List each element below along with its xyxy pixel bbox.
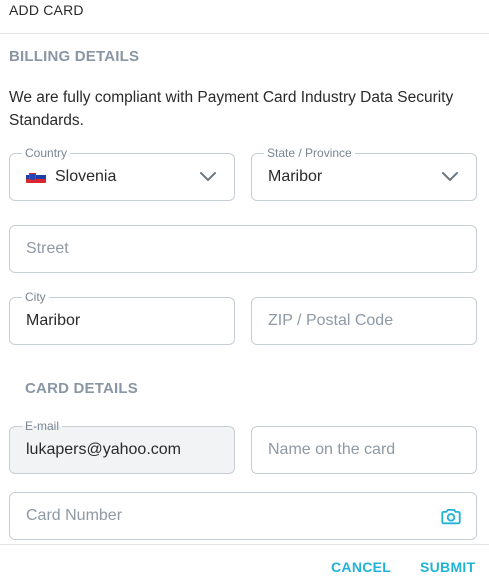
billing-section-title: BILLING DETAILS (9, 48, 140, 65)
card-number-input[interactable]: Card Number (9, 492, 477, 540)
name-on-card-placeholder: Name on the card (268, 441, 396, 458)
zip-placeholder: ZIP / Postal Code (268, 312, 394, 329)
country-value: Slovenia (55, 168, 117, 185)
dialog-title: ADD CARD (9, 2, 84, 18)
chevron-down-icon (200, 172, 216, 181)
camera-icon[interactable] (440, 505, 462, 527)
street-placeholder: Street (26, 240, 69, 257)
country-select[interactable]: Country Slovenia (9, 146, 235, 201)
name-on-card-input[interactable]: Name on the card (251, 426, 477, 474)
city-value: Maribor (26, 312, 81, 329)
state-value: Maribor (268, 168, 323, 185)
street-input[interactable]: Street (9, 225, 477, 273)
city-input[interactable]: City Maribor (9, 290, 235, 345)
cancel-button[interactable]: CANCEL (331, 559, 391, 575)
chevron-down-icon (442, 172, 458, 181)
country-value-wrap: Slovenia (26, 154, 116, 200)
submit-button[interactable]: SUBMIT (420, 559, 475, 575)
email-field[interactable]: E-mail lukapers@yahoo.com (9, 419, 235, 474)
dialog-header: ADD CARD (0, 0, 489, 34)
dialog-footer: CANCEL SUBMIT (0, 544, 489, 584)
slovenia-flag-icon (26, 171, 46, 183)
card-section-title: CARD DETAILS (25, 380, 138, 397)
card-number-placeholder: Card Number (26, 507, 123, 524)
compliance-description: We are fully compliant with Payment Card… (9, 89, 454, 129)
zip-input[interactable]: ZIP / Postal Code (251, 297, 477, 345)
email-value: lukapers@yahoo.com (26, 441, 181, 458)
state-select[interactable]: State / Province Maribor (251, 146, 477, 201)
